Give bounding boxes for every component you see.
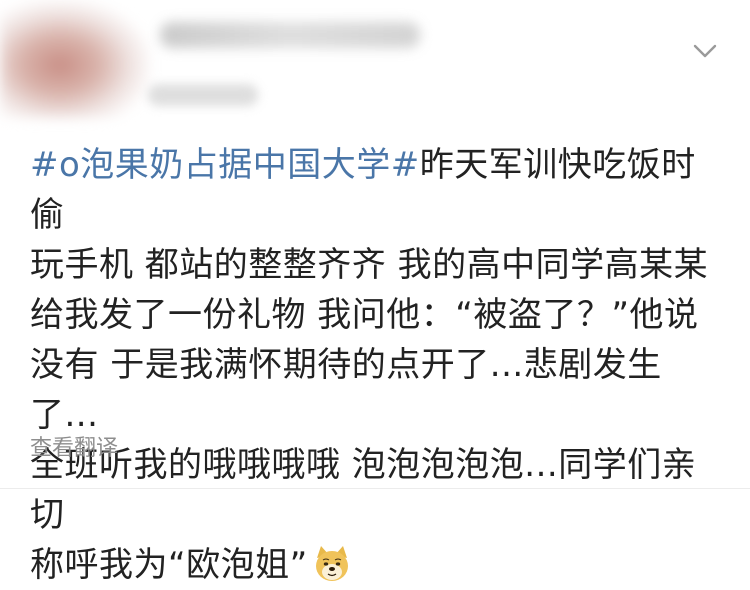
hashtag-link[interactable]: #o泡果奶占据中国大学# [30, 145, 420, 185]
post-meta-blurred [148, 84, 258, 106]
view-translation-link[interactable]: 查看翻译 [30, 430, 118, 462]
post-header [0, 0, 750, 130]
avatar[interactable] [0, 0, 150, 118]
chevron-down-icon[interactable] [692, 38, 718, 64]
post-content: #o泡果奶占据中国大学#昨天军训快吃饭时偷 玩手机 都站的整整齐齐 我的高中同学… [30, 140, 730, 590]
username-blurred[interactable] [160, 22, 420, 48]
post-text: 玩手机 都站的整整齐齐 我的高中同学高某某 给我发了一份礼物 我问他：“被盗了？… [30, 245, 709, 585]
divider [0, 488, 750, 489]
doge-emoji-icon [315, 546, 348, 581]
